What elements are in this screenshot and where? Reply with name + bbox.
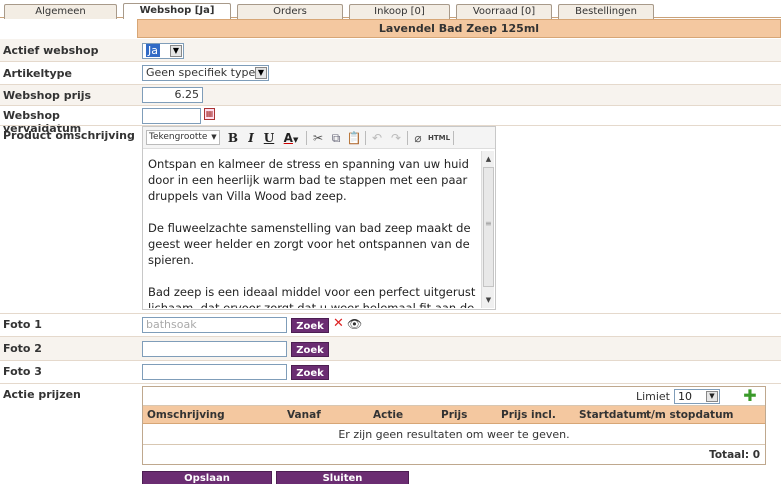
column-header[interactable]: Prijs incl. <box>501 409 556 421</box>
tab-webshop[interactable]: Webshop [Ja] <box>123 3 231 19</box>
chevron-down-icon: ▼ <box>211 133 217 141</box>
label-artikeltype: Artikeltype <box>3 67 72 80</box>
row-webshop-vervaldatum: Webshop vervaldatum ▦ <box>0 106 781 135</box>
actie-prijzen-grid: Limiet 10 ▼ ✚ Omschrijving Vanaf Actie P… <box>142 386 766 465</box>
page-title: Lavendel Bad Zeep 125ml <box>137 19 781 38</box>
chevron-down-icon: ▼ <box>706 391 718 402</box>
sluiten-button[interactable]: Sluiten <box>276 471 409 484</box>
undo-icon[interactable]: ↶ <box>369 130 385 146</box>
column-header[interactable]: Actie <box>373 409 403 421</box>
actief-webshop-select[interactable]: Ja ▼ <box>142 43 184 59</box>
opslaan-button[interactable]: Opslaan <box>142 471 272 484</box>
grid-header: Omschrijving Vanaf Actie Prijs Prijs inc… <box>143 406 765 424</box>
copy-icon[interactable]: ⧉ <box>328 130 344 146</box>
limiet-value: 10 <box>678 390 692 403</box>
zoek-button[interactable]: Zoek <box>291 318 329 333</box>
label-actief-webshop: Actief webshop <box>3 44 99 57</box>
eraser-icon[interactable]: ⌀ <box>411 130 425 146</box>
font-size-select[interactable]: Tekengrootte ▼ <box>146 130 220 145</box>
label-product-omschrijving: Product omschrijving <box>3 129 135 142</box>
tab-bestellingen[interactable]: Bestellingen <box>558 4 654 19</box>
chevron-down-icon: ▼ <box>255 67 267 79</box>
html-source-button[interactable]: HTML <box>427 130 451 146</box>
row-actief-webshop: Actief webshop Ja ▼ <box>0 39 781 61</box>
editor-paragraph: Ontspan en kalmeer de stress en spanning… <box>148 157 469 203</box>
empty-message: Er zijn geen resultaten om weer te geven… <box>143 425 765 445</box>
grid-toolbar: Limiet 10 ▼ ✚ <box>143 387 765 406</box>
editor-content[interactable]: Ontspan en kalmeer de stress en spanning… <box>148 156 478 308</box>
row-artikeltype: Artikeltype Geen specifiek type ▼ <box>0 62 781 84</box>
scroll-up-icon[interactable]: ▲ <box>483 153 494 165</box>
rich-text-editor[interactable]: Tekengrootte ▼ B I U A▼ ✂ ⧉ 📋 ↶ ↷ ⌀ HTML… <box>142 126 496 310</box>
row-foto3: Foto 3 Zoek <box>0 361 781 383</box>
label-webshop-prijs: Webshop prijs <box>3 89 92 102</box>
column-header[interactable]: t/m stopdatum <box>646 409 734 421</box>
cut-icon[interactable]: ✂ <box>310 130 326 146</box>
totaal-label: Totaal: 0 <box>709 449 760 461</box>
limiet-label: Limiet <box>635 390 670 403</box>
font-size-label: Tekengrootte <box>149 132 208 142</box>
toolbar-separator <box>453 131 454 145</box>
redo-icon[interactable]: ↷ <box>388 130 404 146</box>
label-foto2: Foto 2 <box>3 342 42 355</box>
eye-icon[interactable]: 👁 <box>347 317 362 331</box>
add-icon[interactable]: ✚ <box>742 388 758 404</box>
bold-button[interactable]: B <box>226 130 240 146</box>
editor-paragraph: Bad zeep is een ideaal middel voor een p… <box>148 285 476 308</box>
label-foto3: Foto 3 <box>3 365 42 378</box>
tab-algemeen[interactable]: Algemeen <box>4 4 117 19</box>
grid-footer: Totaal: 0 <box>143 446 765 464</box>
grip-icon: ≡ <box>485 219 492 228</box>
toolbar-separator <box>365 131 366 145</box>
editor-paragraph: De fluweelzachte samenstelling van bad z… <box>148 221 471 267</box>
foto3-input[interactable] <box>142 364 287 380</box>
editor-toolbar: Tekengrootte ▼ B I U A▼ ✂ ⧉ 📋 ↶ ↷ ⌀ HTML <box>143 127 495 149</box>
tab-orders[interactable]: Orders <box>237 4 343 19</box>
row-foto2: Foto 2 Zoek <box>0 337 781 360</box>
tab-inkoop[interactable]: Inkoop [0] <box>349 4 450 19</box>
delete-icon[interactable]: ✕ <box>333 317 344 331</box>
tab-bar: Algemeen Webshop [Ja] Orders Inkoop [0] … <box>0 0 781 19</box>
label-actie-prijzen: Actie prijzen <box>3 388 81 401</box>
webshop-vervaldatum-input[interactable] <box>142 108 201 124</box>
chevron-down-icon: ▼ <box>170 45 182 57</box>
editor-scrollbar[interactable]: ▲ ≡ ▼ <box>481 151 494 308</box>
artikeltype-select[interactable]: Geen specifiek type ▼ <box>142 65 269 81</box>
toolbar-separator <box>407 131 408 145</box>
zoek-button[interactable]: Zoek <box>291 365 329 380</box>
foto2-input[interactable] <box>142 341 287 357</box>
foto1-input[interactable]: bathsoak <box>142 317 287 333</box>
limiet-select[interactable]: 10 ▼ <box>674 389 720 404</box>
zoek-button[interactable]: Zoek <box>291 342 329 357</box>
font-color-button[interactable]: A▼ <box>280 130 302 146</box>
actief-webshop-value: Ja <box>146 44 160 57</box>
column-header[interactable]: Startdatum <box>579 409 647 421</box>
artikeltype-value: Geen specifiek type <box>146 66 256 79</box>
toolbar-separator <box>306 131 307 145</box>
underline-button[interactable]: U <box>262 130 276 146</box>
row-foto1: Foto 1 bathsoak Zoek ✕ 👁 <box>0 314 781 336</box>
row-webshop-prijs: Webshop prijs 6.25 <box>0 85 781 105</box>
scroll-down-icon[interactable]: ▼ <box>483 294 494 306</box>
column-header[interactable]: Vanaf <box>287 409 321 421</box>
label-foto1: Foto 1 <box>3 318 42 331</box>
calendar-icon[interactable]: ▦ <box>204 108 215 120</box>
divider <box>0 383 781 384</box>
italic-button[interactable]: I <box>244 130 258 146</box>
column-header[interactable]: Prijs <box>441 409 467 421</box>
column-header[interactable]: Omschrijving <box>147 409 225 421</box>
webshop-prijs-input[interactable]: 6.25 <box>142 87 203 103</box>
tab-voorraad[interactable]: Voorraad [0] <box>456 4 552 19</box>
paste-icon[interactable]: 📋 <box>346 130 362 146</box>
